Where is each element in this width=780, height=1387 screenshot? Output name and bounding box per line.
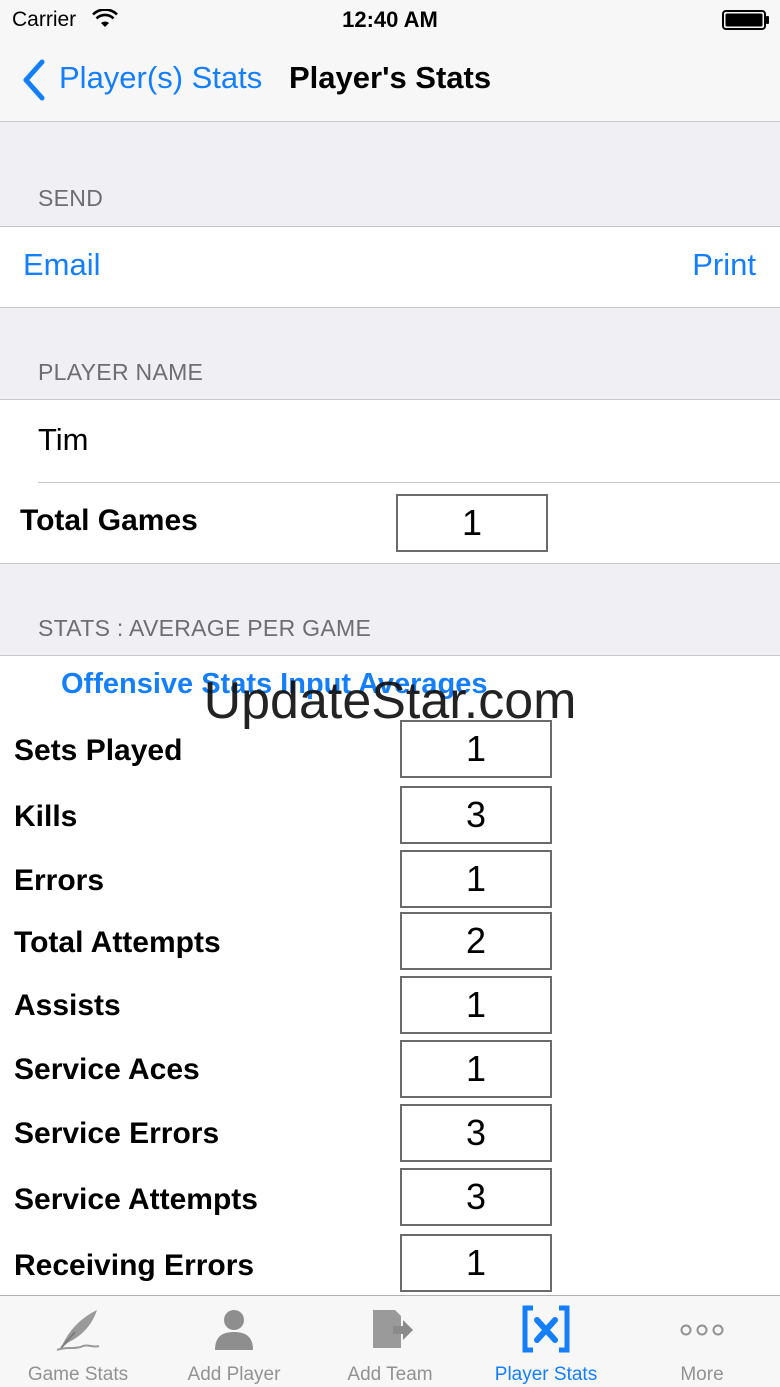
add-team-icon — [373, 1310, 413, 1348]
send-cell: Email Print — [0, 226, 780, 308]
stat-value-service-attempts[interactable]: 3 — [400, 1168, 552, 1226]
stat-value-service-errors[interactable]: 3 — [400, 1104, 552, 1162]
stat-value-receiving-errors[interactable]: 1 — [400, 1234, 552, 1292]
stat-label-assists: Assists — [14, 989, 121, 1022]
player-name-section-header: PLAYER NAME — [38, 359, 204, 385]
tab-player-stats[interactable]: Player Stats — [468, 1296, 624, 1387]
stats-list: Offensive Stats Input Averages Sets Play… — [0, 655, 780, 1295]
tab-label: Player Stats — [494, 1364, 598, 1385]
stats-section-header: STATS : AVERAGE PER GAME — [38, 615, 372, 641]
battery-icon — [722, 10, 769, 30]
tab-label: More — [680, 1364, 724, 1385]
stat-label-total-attempts: Total Attempts — [14, 926, 221, 959]
print-button[interactable]: Print — [692, 247, 756, 283]
stat-label-receiving-errors: Receiving Errors — [14, 1249, 255, 1282]
stat-value-sets-played[interactable]: 1 — [400, 720, 552, 778]
stat-label-service-attempts: Service Attempts — [14, 1183, 258, 1216]
tab-add-player[interactable]: Add Player — [156, 1296, 312, 1387]
stat-value-assists[interactable]: 1 — [400, 976, 552, 1034]
stat-value-errors[interactable]: 1 — [400, 850, 552, 908]
cell-divider — [38, 482, 780, 483]
total-games-value[interactable]: 1 — [396, 494, 548, 552]
stat-label-service-aces: Service Aces — [14, 1053, 200, 1086]
stat-value-service-aces[interactable]: 1 — [400, 1040, 552, 1098]
tab-bar: Game Stats Add Player Add Team Player St… — [0, 1295, 780, 1387]
total-games-label: Total Games — [20, 504, 198, 537]
stat-label-kills: Kills — [14, 800, 78, 833]
back-chevron-icon[interactable] — [20, 58, 48, 102]
player-name-value: Tim — [38, 422, 89, 457]
stat-label-errors: Errors — [14, 864, 105, 897]
status-bar: Carrier 12:40 AM — [0, 0, 780, 40]
person-icon — [215, 1310, 253, 1350]
tab-add-team[interactable]: Add Team — [312, 1296, 468, 1387]
tab-more[interactable]: More — [624, 1296, 780, 1387]
tab-label: Add Team — [347, 1364, 433, 1385]
email-button[interactable]: Email — [23, 247, 101, 283]
more-dots-icon — [680, 1324, 724, 1336]
tab-label: Add Player — [187, 1364, 281, 1385]
tab-label: Game Stats — [27, 1364, 129, 1385]
player-cell: Tim Total Games 1 — [0, 399, 780, 564]
page-title: Player's Stats — [289, 60, 492, 95]
stat-label-service-errors: Service Errors — [14, 1117, 220, 1150]
bracket-x-icon — [522, 1305, 570, 1353]
back-button[interactable]: Player(s) Stats — [59, 60, 262, 96]
stat-value-total-attempts[interactable]: 2 — [400, 912, 552, 970]
stat-value-kills[interactable]: 3 — [400, 786, 552, 844]
stat-label-sets-played: Sets Played — [14, 734, 183, 767]
quill-icon — [56, 1310, 100, 1351]
tab-game-stats[interactable]: Game Stats — [0, 1296, 156, 1387]
navigation-bar: Player(s) Stats Player's Stats — [0, 40, 780, 122]
offensive-stats-title: Offensive Stats Input Averages — [61, 668, 488, 700]
status-time: 12:40 AM — [342, 7, 438, 32]
send-section-header: SEND — [38, 185, 104, 211]
